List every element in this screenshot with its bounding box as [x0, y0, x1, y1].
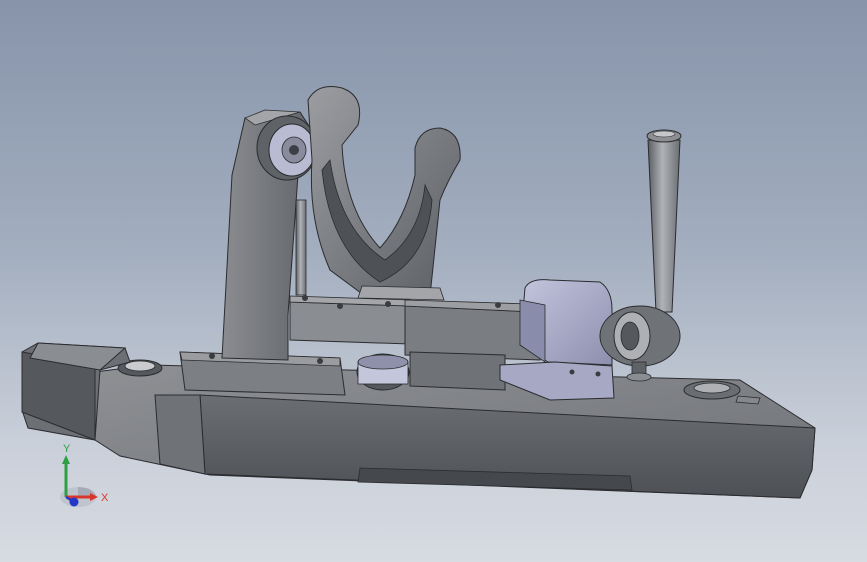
fixture-model[interactable]	[0, 0, 867, 562]
graphics-viewport[interactable]: Y X	[0, 0, 867, 562]
v-cradle[interactable]	[307, 86, 461, 301]
bearing-ring[interactable]	[356, 353, 410, 391]
guide-pin[interactable]	[295, 199, 307, 296]
triad-x-label: X	[101, 492, 109, 504]
triad-y-label: Y	[63, 443, 71, 455]
coordinate-triad: Y X	[60, 443, 109, 507]
slide-block[interactable]	[409, 351, 506, 391]
clevis-roller[interactable]	[256, 115, 318, 181]
triad-y-arrow	[62, 455, 70, 464]
support-block[interactable]	[289, 295, 411, 345]
clamp-handle[interactable]	[646, 129, 682, 313]
